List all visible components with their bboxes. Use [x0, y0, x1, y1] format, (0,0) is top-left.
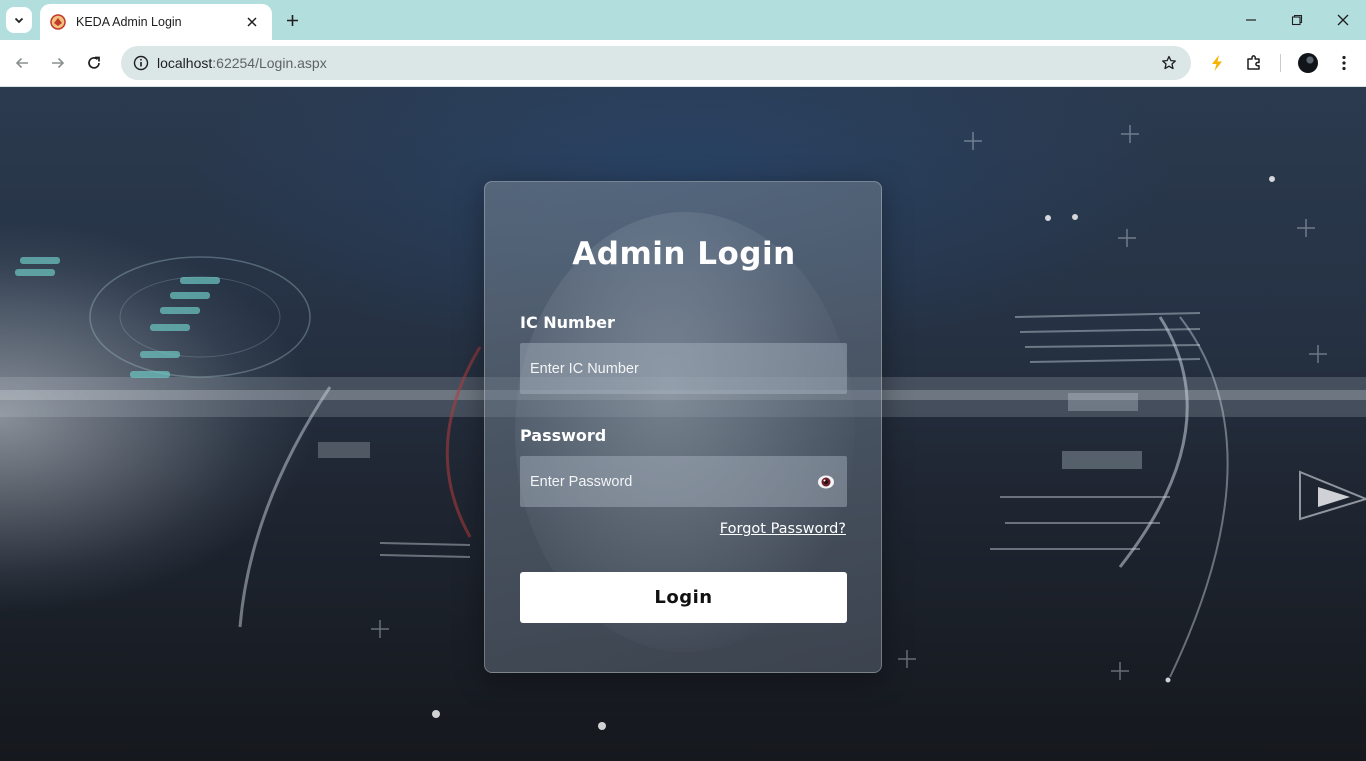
toolbar-divider [1280, 54, 1281, 72]
password-input[interactable] [520, 456, 847, 507]
tab-search-button[interactable] [6, 7, 32, 33]
bookmark-button[interactable] [1159, 53, 1179, 73]
ic-number-label: IC Number [520, 313, 615, 332]
arrow-left-icon [15, 57, 28, 69]
password-label: Password [520, 426, 607, 445]
reload-button[interactable] [79, 48, 109, 78]
password-field [520, 456, 847, 507]
minimize-icon [1246, 19, 1256, 21]
new-tab-button[interactable] [280, 8, 304, 32]
kebab-menu-icon [1342, 55, 1346, 71]
minimize-button[interactable] [1237, 6, 1265, 34]
login-card: Admin Login IC Number Password Forgot Pa… [484, 181, 882, 673]
login-button[interactable]: Login [520, 572, 847, 623]
close-window-button[interactable] [1329, 6, 1357, 34]
ic-number-input[interactable] [520, 343, 847, 394]
tab-close-button[interactable] [242, 12, 262, 32]
url-text: localhost:62254/Login.aspx [157, 55, 327, 71]
app-favicon-icon [50, 14, 66, 30]
back-button[interactable] [7, 48, 37, 78]
info-icon [133, 55, 149, 71]
browser-menu-button[interactable] [1331, 50, 1357, 76]
login-page: Admin Login IC Number Password Forgot Pa… [0, 87, 1366, 761]
forgot-password-link[interactable]: Forgot Password? [720, 521, 846, 537]
page-title: Admin Login [572, 236, 796, 272]
browser-toolbar: localhost:62254/Login.aspx [0, 40, 1366, 87]
eye-icon [818, 475, 834, 489]
close-icon [1337, 14, 1349, 26]
url-path: :62254/Login.aspx [212, 55, 327, 71]
forward-button[interactable] [43, 48, 73, 78]
profile-button[interactable] [1295, 50, 1321, 76]
chevron-down-icon [14, 17, 24, 24]
address-bar[interactable]: localhost:62254/Login.aspx [121, 46, 1191, 80]
browser-tab-strip: KEDA Admin Login [0, 0, 1366, 40]
star-icon [1162, 55, 1176, 70]
reload-icon [88, 56, 100, 69]
plus-icon [286, 14, 298, 26]
arrow-right-icon [52, 57, 65, 69]
url-host: localhost [157, 55, 213, 71]
extension-bolt-button[interactable] [1204, 50, 1230, 76]
tab-title: KEDA Admin Login [76, 15, 182, 29]
browser-tab-active[interactable]: KEDA Admin Login [40, 4, 272, 40]
restore-icon [1291, 14, 1303, 26]
extensions-button[interactable] [1241, 50, 1267, 76]
restore-button[interactable] [1283, 6, 1311, 34]
site-info-button[interactable] [131, 53, 151, 73]
puzzle-icon [1247, 55, 1260, 70]
close-icon [247, 17, 257, 27]
show-password-toggle[interactable] [817, 473, 835, 491]
avatar-icon [1298, 53, 1318, 73]
lightning-icon [1212, 55, 1222, 71]
ic-number-field [520, 343, 847, 394]
